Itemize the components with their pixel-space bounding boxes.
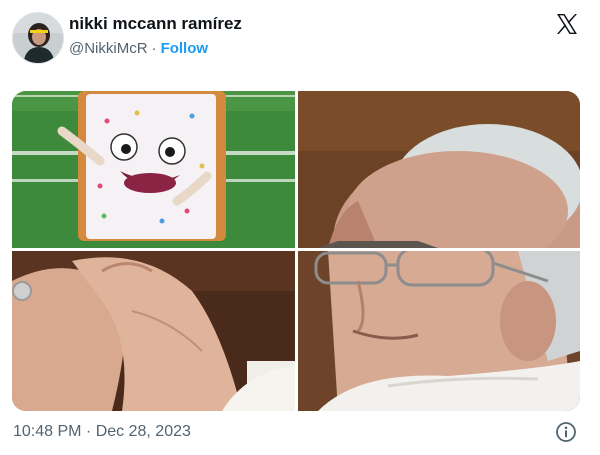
media-panel-man-profile[interactable]: [298, 91, 580, 248]
media-panel-man-closeup[interactable]: [298, 251, 580, 411]
x-logo-icon[interactable]: [555, 12, 579, 36]
media-grid[interactable]: [12, 91, 580, 411]
follow-button[interactable]: Follow: [161, 40, 209, 57]
info-icon[interactable]: [555, 421, 577, 443]
handle[interactable]: @NikkiMcR: [69, 40, 148, 57]
handle-row: @NikkiMcR · Follow: [69, 40, 208, 57]
avatar[interactable]: [12, 12, 64, 64]
tweet-timestamp[interactable]: 10:48 PM · Dec 28, 2023: [13, 423, 191, 441]
media-panel-hands[interactable]: [12, 251, 295, 411]
tweet-header: nikki mccann ramírez @NikkiMcR · Follow: [0, 0, 600, 80]
separator: ·: [151, 40, 157, 57]
display-name[interactable]: nikki mccann ramírez: [69, 14, 242, 34]
media-panel-pastry-mascot[interactable]: [12, 91, 295, 248]
